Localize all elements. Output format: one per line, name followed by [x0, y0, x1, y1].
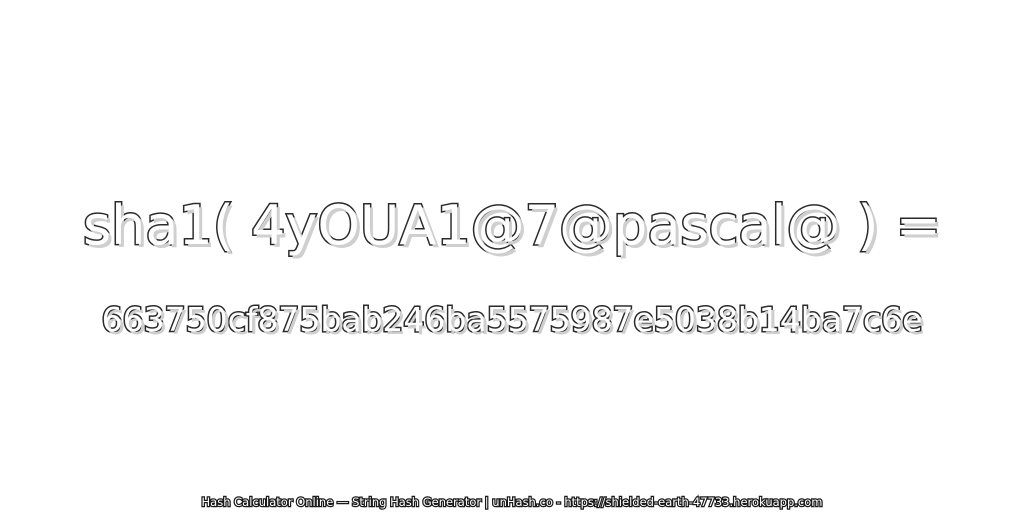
hash-image-canvas: sha1( 4yOUA1@7@pascal@ ) = 663750cf875ba…: [0, 0, 1024, 512]
footer-credit: Hash Calculator Online — String Hash Gen…: [200, 494, 823, 511]
hash-expression: sha1( 4yOUA1@7@pascal@ ) =: [82, 193, 943, 259]
hash-result: 663750cf875bab246ba5575987e5038b14ba7c6e: [100, 299, 924, 341]
